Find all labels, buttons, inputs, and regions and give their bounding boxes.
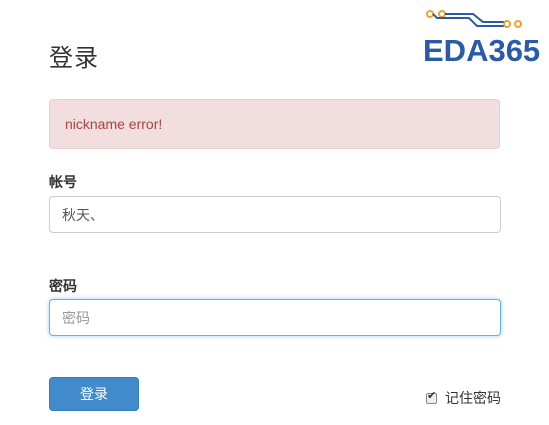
error-alert: nickname error! xyxy=(49,99,500,149)
password-input[interactable] xyxy=(49,299,501,336)
password-label: 密码 xyxy=(49,278,77,294)
eda365-logo: EDA365 xyxy=(421,8,541,70)
checkmark-icon: ✔ xyxy=(427,389,437,402)
login-page: 登录 EDA365 nickname error! 帐号 密码 登录 ✔ 记住密… xyxy=(0,0,549,425)
page-title: 登录 xyxy=(49,45,99,72)
logo-text: EDA365 xyxy=(423,33,541,68)
account-input[interactable] xyxy=(49,196,501,233)
remember-checkbox[interactable]: ✔ xyxy=(426,389,437,404)
login-button[interactable]: 登录 xyxy=(49,377,139,411)
account-label: 帐号 xyxy=(49,174,77,190)
remember-label: 记住密码 xyxy=(445,390,501,406)
remember-password[interactable]: ✔ 记住密码 xyxy=(426,388,501,408)
